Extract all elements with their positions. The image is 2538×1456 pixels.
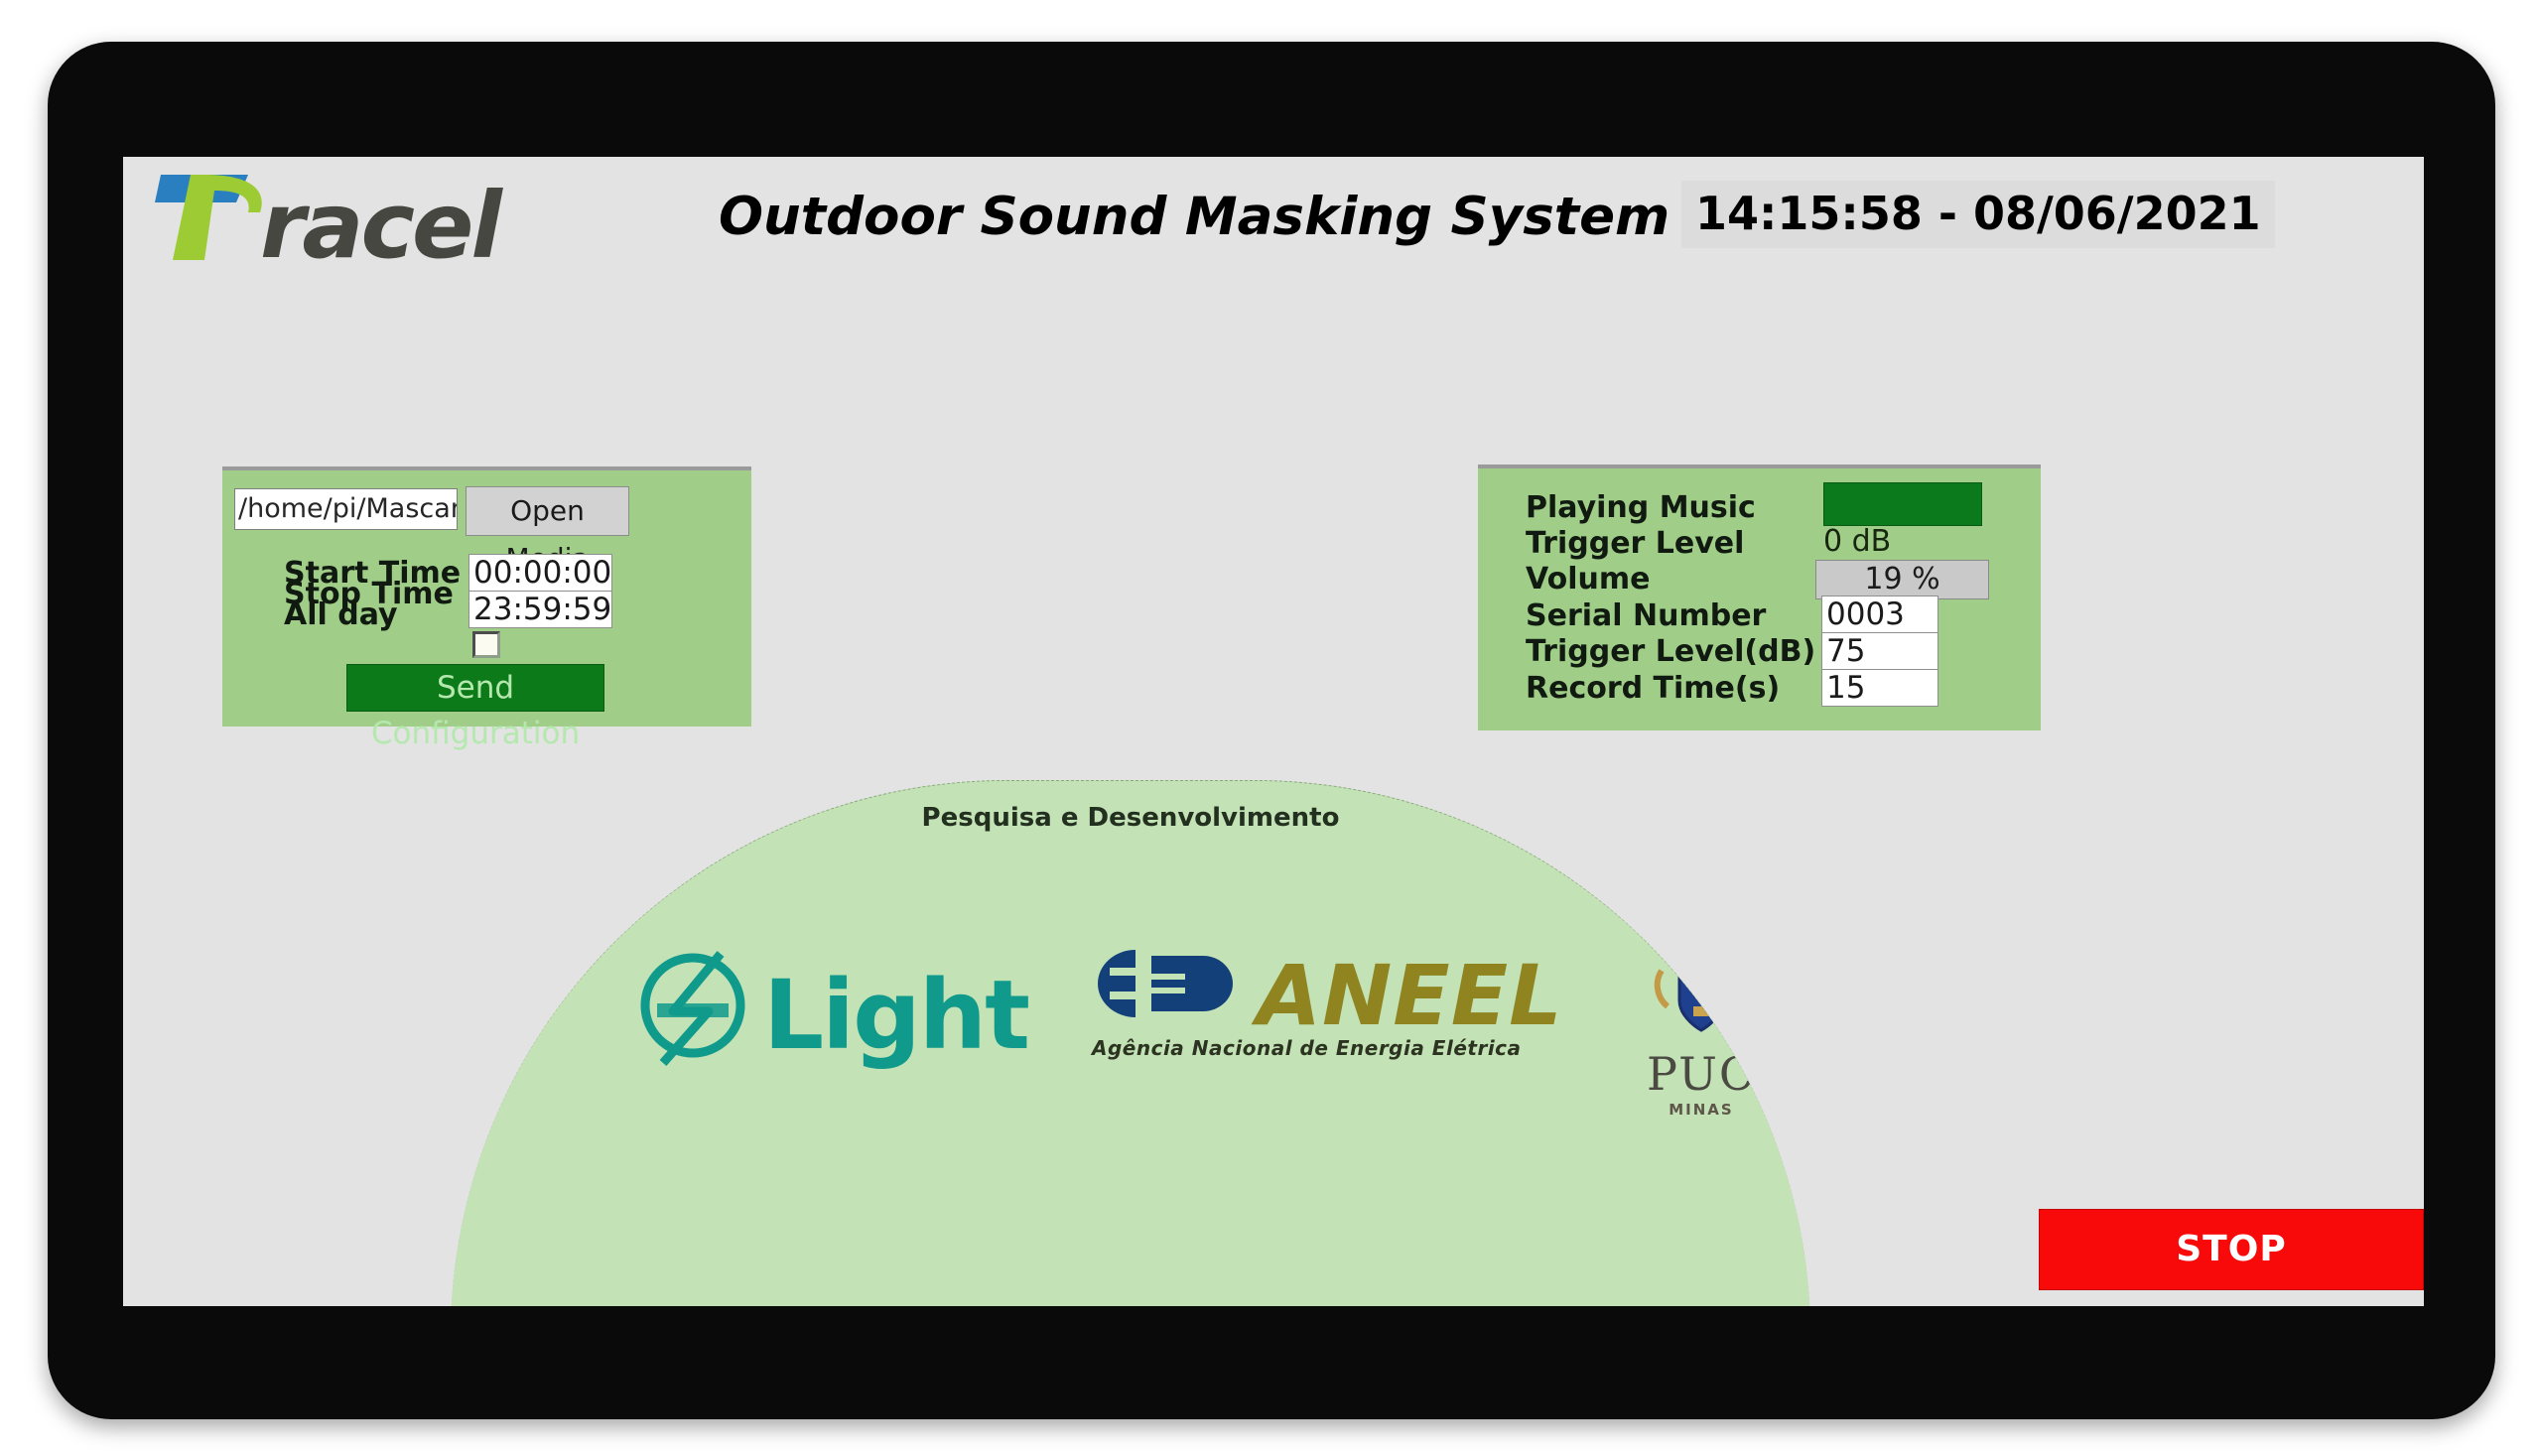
media-path-input[interactable]: /home/pi/Mascaramento4-e [234, 488, 458, 530]
trigger-level-label: Trigger Level [1526, 526, 1745, 561]
trigger-level-db-input[interactable]: 75 [1821, 632, 1938, 670]
stop-time-input[interactable]: 23:59:59 [468, 591, 612, 628]
aneel-wordmark: ANEEL [1257, 947, 1563, 1044]
volume-label: Volume [1526, 562, 1651, 596]
playing-music-indicator [1823, 482, 1982, 526]
tracel-logo: racel [153, 165, 580, 279]
serial-number-input[interactable]: 0003 [1821, 596, 1938, 633]
configuration-panel: /home/pi/Mascaramento4-e Open Media Star… [222, 466, 751, 751]
clock-display: 14:15:58 - 08/06/2021 [1681, 181, 2275, 248]
aneel-plug-icon [1098, 950, 1233, 1017]
aneel-subtitle: Agência Nacional de Energia Elétrica [1092, 1036, 1522, 1060]
record-time-input[interactable]: 15 [1821, 669, 1938, 707]
playing-music-label: Playing Music [1526, 490, 1756, 525]
record-time-label: Record Time(s) [1526, 671, 1781, 706]
page-title: Outdoor Sound Masking System [719, 187, 1670, 247]
start-time-input[interactable]: 00:00:00 [468, 554, 612, 592]
aneel-logo: ANEEL Agência Nacional de Energia Elétri… [1086, 942, 1562, 1076]
tablet-screen: racel Outdoor Sound Masking System 14:15… [123, 157, 2424, 1306]
app-header: racel Outdoor Sound Masking System 14:15… [123, 157, 2424, 286]
serial-number-label: Serial Number [1526, 598, 1767, 633]
sponsors-arch: Pesquisa e Desenvolvimento Light ANEEL A… [451, 780, 1810, 1306]
puc-crest-icon [1654, 919, 1749, 1032]
trigger-level-db-label: Trigger Level(dB) [1526, 634, 1816, 669]
light-logo: Light [629, 942, 1046, 1071]
puc-subtitle: MINAS [1669, 1101, 1734, 1119]
arch-title: Pesquisa e Desenvolvimento [921, 803, 1340, 833]
tracel-logo-text: racel [260, 173, 502, 279]
volume-value[interactable]: 19 % [1815, 560, 1989, 599]
light-bolt-icon [640, 951, 745, 1066]
trigger-level-value: 0 dB [1823, 524, 1892, 559]
all-day-label: All day [284, 597, 398, 632]
send-configuration-button[interactable]: Send Configuration [346, 664, 604, 751]
status-panel: Playing Music Trigger Level 0 dB Volume … [1478, 464, 2041, 730]
puc-logo: PUC MINAS [1622, 915, 1781, 1119]
all-day-checkbox[interactable] [472, 631, 500, 658]
stop-button[interactable]: STOP [2039, 1209, 2424, 1290]
light-wordmark: Light [763, 960, 1030, 1071]
open-media-button[interactable]: Open Media [466, 486, 629, 575]
puc-wordmark: PUC [1646, 1047, 1757, 1101]
screenshot-root: racel Outdoor Sound Masking System 14:15… [0, 0, 2538, 1456]
